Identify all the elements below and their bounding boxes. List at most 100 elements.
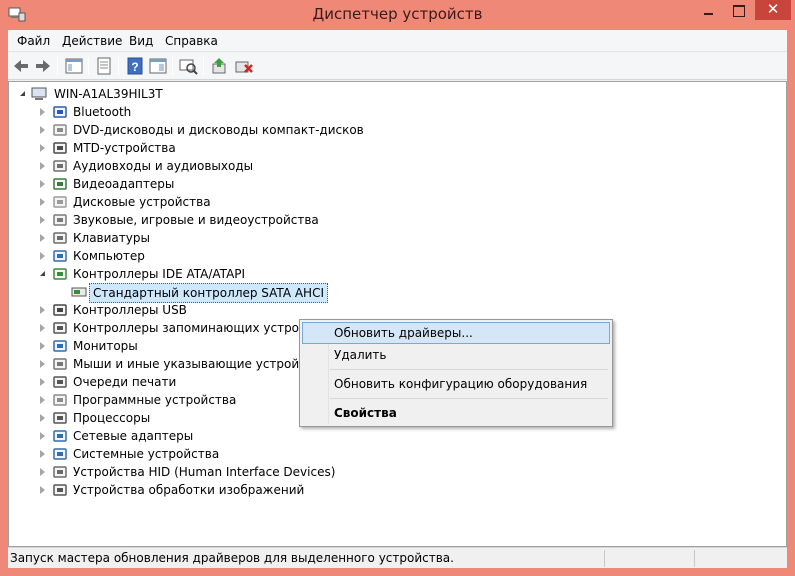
speaker-icon: [53, 160, 67, 172]
tree-node-label: Системные устройства: [73, 447, 220, 461]
storage-controller-icon: [53, 322, 67, 334]
menu-item-delete[interactable]: Удалить: [302, 344, 610, 366]
processor-icon: [53, 412, 67, 424]
system-device-icon: [53, 448, 67, 460]
device-tree[interactable]: WIN-A1AL39HIL3T Bluetooth DVD-дисководы и…: [8, 81, 787, 547]
tree-node[interactable]: Клавиатуры: [9, 229, 769, 247]
tree-node[interactable]: Аудиовходы и аудиовыходы: [9, 157, 769, 175]
expand-arrow-icon[interactable]: [40, 180, 45, 188]
dvd-drive-icon: [53, 124, 67, 136]
tree-node-label: Дисковые устройства: [73, 195, 211, 209]
tree-node[interactable]: Устройства обработки изображений: [9, 481, 769, 499]
expand-arrow-icon[interactable]: [40, 396, 45, 404]
computer-icon: [53, 250, 67, 262]
tree-node-label: Очереди печати: [73, 375, 177, 389]
minimize-button[interactable]: [694, 0, 722, 22]
tree-node[interactable]: Компьютер: [9, 247, 769, 265]
expand-arrow-icon[interactable]: [40, 234, 45, 242]
expand-arrow-icon[interactable]: [40, 342, 45, 350]
toolbar-separator: [118, 57, 119, 75]
back-icon[interactable]: [11, 56, 31, 76]
mtd-device-icon: [53, 142, 67, 154]
menu-help[interactable]: Справка: [162, 33, 221, 49]
close-button[interactable]: ✕: [755, 0, 791, 20]
tree-node-label: Звуковые, игровые и видеоустройства: [73, 213, 319, 227]
expand-arrow-icon[interactable]: [40, 198, 45, 206]
camera-icon: [53, 484, 67, 496]
menu-file[interactable]: Файл: [14, 33, 53, 49]
uninstall-icon[interactable]: [234, 56, 254, 76]
scan-hardware-icon[interactable]: [178, 56, 198, 76]
toolbar-separator: [57, 57, 58, 75]
tree-node-label: Видеоадаптеры: [73, 177, 175, 191]
tree-root[interactable]: WIN-A1AL39HIL3T: [9, 85, 769, 103]
tree-node-label: Процессоры: [73, 411, 151, 425]
tree-node[interactable]: Системные устройства: [9, 445, 769, 463]
expand-arrow-icon[interactable]: [40, 360, 45, 368]
context-menu-separator: [330, 398, 608, 399]
tree-node-label: Аудиовходы и аудиовыходы: [73, 159, 254, 173]
menu-bar: Файл Действие Вид Справка: [8, 30, 787, 52]
expand-arrow-icon[interactable]: [40, 216, 45, 224]
expand-arrow-icon[interactable]: [40, 144, 45, 152]
expand-arrow-icon[interactable]: [40, 252, 45, 260]
tree-node[interactable]: Дисковые устройства: [9, 193, 769, 211]
expand-arrow-icon[interactable]: [40, 306, 45, 314]
menu-item-scan-hardware[interactable]: Обновить конфигурацию оборудования: [302, 373, 610, 395]
properties-icon[interactable]: [94, 56, 114, 76]
tree-node[interactable]: Контроллеры USB: [9, 301, 769, 319]
window-title: Диспетчер устройств: [312, 5, 483, 23]
tree-node[interactable]: DVD-дисководы и дисководы компакт-дисков: [9, 121, 769, 139]
tree-node-label: DVD-дисководы и дисководы компакт-дисков: [73, 123, 364, 137]
tree-node[interactable]: Звуковые, игровые и видеоустройства: [9, 211, 769, 229]
expand-arrow-icon[interactable]: [40, 378, 45, 386]
toolbar-separator: [172, 57, 173, 75]
tree-node[interactable]: MTD-устройства: [9, 139, 769, 157]
status-text: Запуск мастера обновления драйверов для …: [10, 551, 454, 565]
tree-node[interactable]: Видеоадаптеры: [9, 175, 769, 193]
tree-node[interactable]: Устройства HID (Human Interface Devices): [9, 463, 769, 481]
show-hide-console-tree-icon[interactable]: [64, 56, 84, 76]
tree-node-label: Контроллеры USB: [73, 303, 187, 317]
status-divider: [694, 550, 695, 567]
expand-arrow-icon[interactable]: [40, 126, 45, 134]
expand-arrow-icon[interactable]: [40, 414, 45, 422]
expand-arrow-icon[interactable]: [40, 108, 45, 116]
menu-action[interactable]: Действие: [59, 33, 125, 49]
help-icon[interactable]: ?: [125, 56, 145, 76]
tree-node[interactable]: Контроллеры IDE ATA/ATAPI: [9, 265, 769, 283]
toolbar-separator: [203, 57, 204, 75]
usb-icon: [53, 304, 67, 316]
sata-controller-icon: [71, 287, 87, 297]
disk-drive-icon: [53, 196, 67, 208]
expand-arrow-icon[interactable]: [40, 162, 45, 170]
tree-node[interactable]: Bluetooth: [9, 103, 769, 121]
menu-item-update-drivers[interactable]: Обновить драйверы...: [302, 322, 610, 344]
expand-arrow-icon[interactable]: [40, 486, 45, 494]
console-view-icon[interactable]: [148, 56, 168, 76]
menu-view[interactable]: Вид: [126, 33, 156, 49]
maximize-button[interactable]: [724, 0, 752, 22]
expand-arrow-icon[interactable]: [40, 324, 45, 332]
expand-arrow-icon[interactable]: [40, 468, 45, 476]
update-driver-icon[interactable]: [210, 56, 230, 76]
tree-node[interactable]: Сетевые адаптеры: [9, 427, 769, 445]
toolbar-separator: [88, 57, 89, 75]
tree-node-label: Устройства HID (Human Interface Devices): [73, 465, 336, 479]
expand-arrow-icon[interactable]: [40, 450, 45, 458]
computer-icon: [31, 87, 47, 100]
ide-controller-icon: [53, 268, 67, 280]
collapse-arrow-icon[interactable]: [40, 271, 45, 276]
tree-node-label: Клавиатуры: [73, 231, 150, 245]
menu-item-properties[interactable]: Свойства: [302, 402, 610, 424]
expand-arrow-icon[interactable]: [40, 432, 45, 440]
forward-icon[interactable]: [33, 56, 53, 76]
display-adapter-icon: [53, 178, 67, 190]
collapse-arrow-icon[interactable]: [20, 91, 25, 96]
title-bar[interactable]: Диспетчер устройств ✕: [0, 0, 795, 30]
svg-text:?: ?: [131, 60, 138, 74]
hid-icon: [53, 466, 67, 478]
sound-icon: [53, 214, 67, 226]
tree-node-label: MTD-устройства: [73, 141, 176, 155]
tree-node-selected[interactable]: Стандартный контроллер SATA AHCI: [9, 283, 769, 303]
